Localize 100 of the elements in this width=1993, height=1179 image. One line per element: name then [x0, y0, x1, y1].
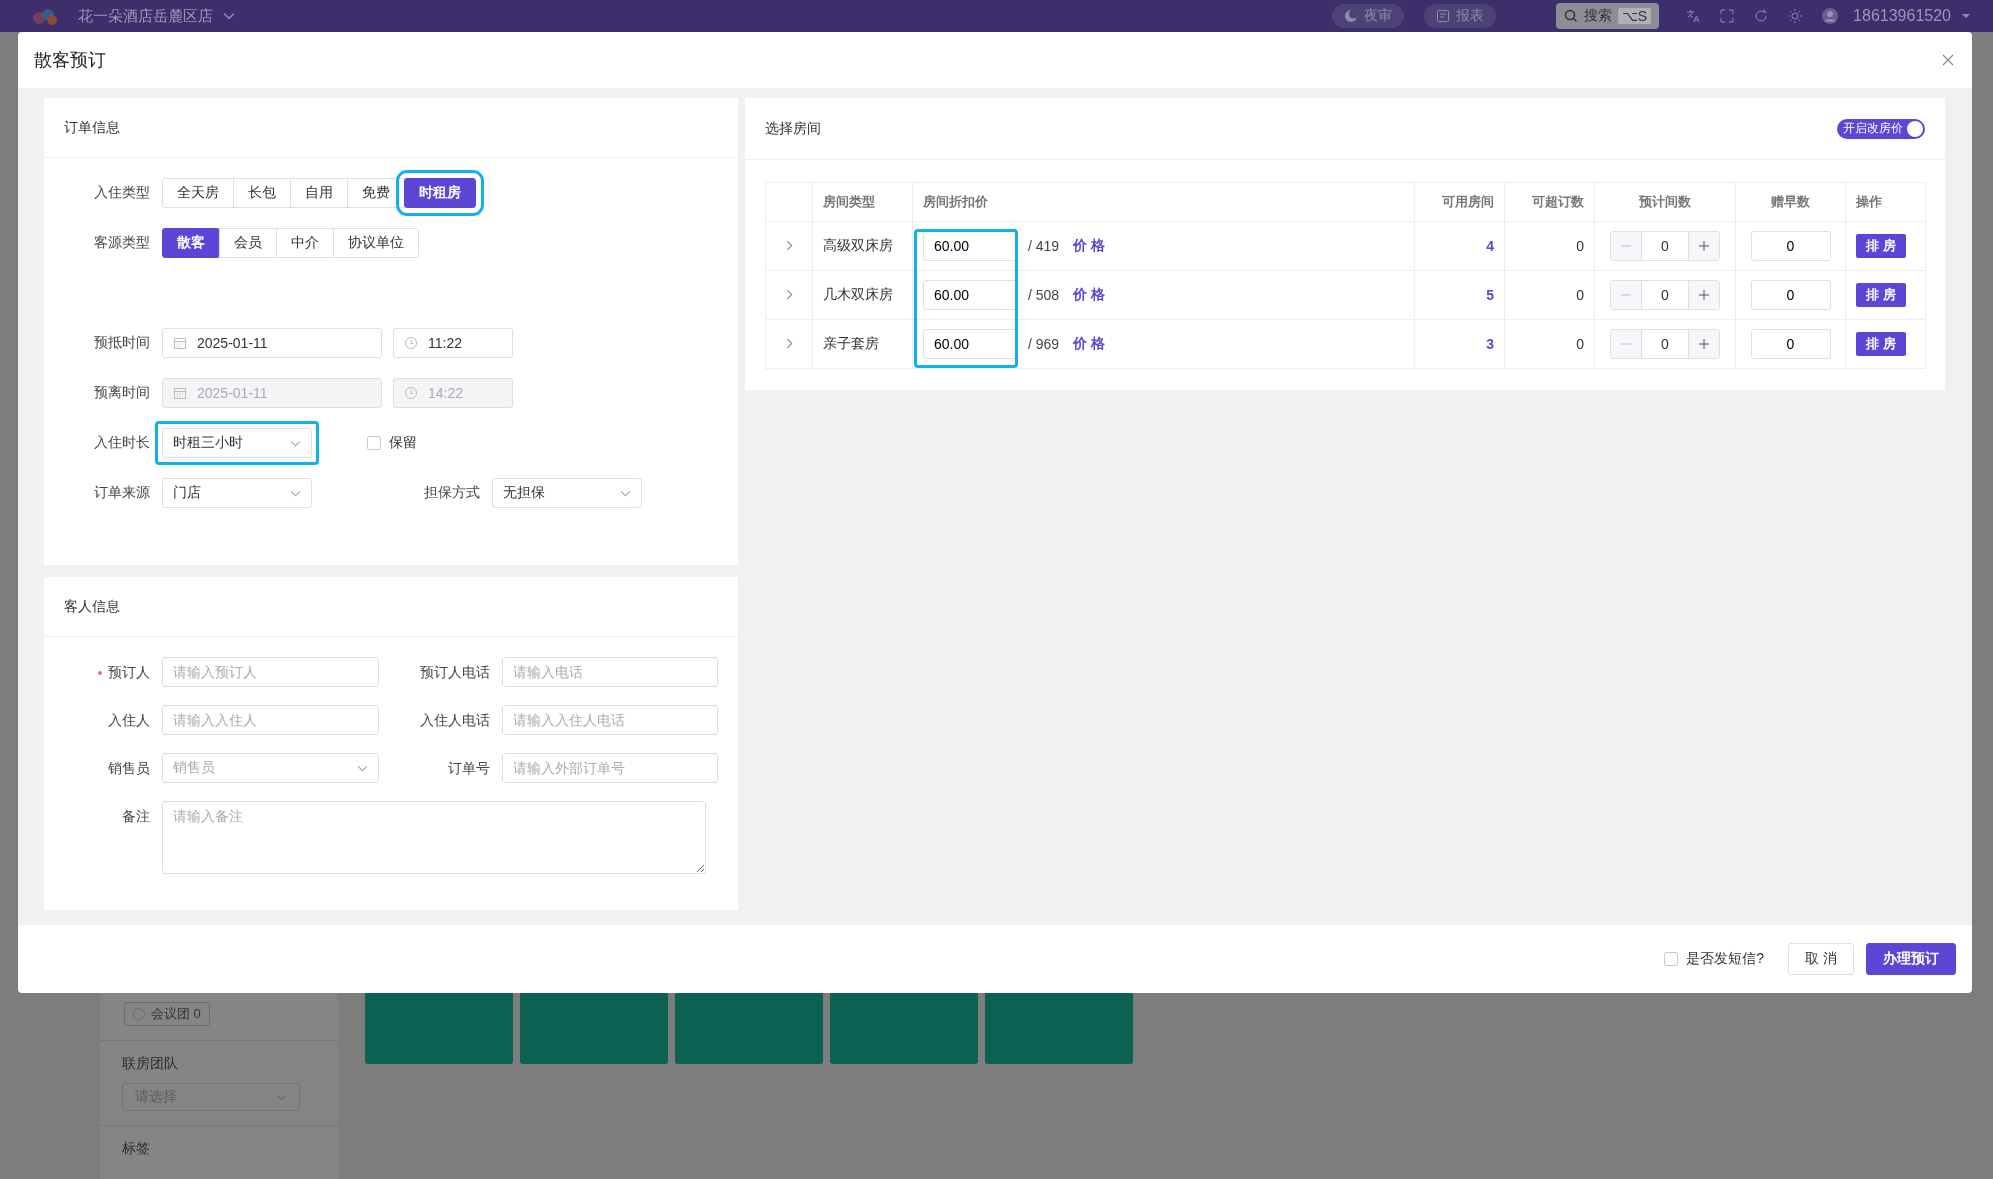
chevron-right-icon[interactable]	[785, 338, 793, 349]
search-button[interactable]: 搜索 ⌥S	[1555, 3, 1660, 29]
field-label: 备注	[121, 807, 151, 826]
chevron-right-icon[interactable]	[785, 289, 793, 300]
room-count-stepper[interactable]: 0	[1610, 280, 1720, 310]
chevron-down-icon	[620, 489, 631, 497]
keep-checkbox[interactable]: 保留	[367, 434, 417, 452]
table-cell: 5	[1414, 270, 1505, 320]
calendar-icon	[173, 336, 187, 350]
chevron-down-icon	[276, 1093, 287, 1101]
clock-icon	[404, 386, 418, 400]
price-link[interactable]: 价 格	[1073, 237, 1106, 255]
hotel-name[interactable]: 花一朵酒店岳麓区店	[78, 6, 213, 26]
column-header: 房间类型	[812, 182, 913, 222]
sms-checkbox[interactable]: 是否发短信?	[1664, 950, 1765, 968]
chevron-down-icon	[357, 764, 368, 772]
segment-option[interactable]: 散客	[162, 228, 220, 258]
close-icon[interactable]	[1942, 54, 1954, 66]
duration-select[interactable]: 时租三小时	[162, 428, 312, 458]
segment-option[interactable]: 自用	[290, 178, 348, 208]
price-field[interactable]: 60.00	[923, 329, 1018, 359]
refresh-icon[interactable]	[1753, 8, 1770, 24]
room-count-stepper[interactable]: 0	[1610, 329, 1720, 359]
text-field[interactable]: 请输入入住人	[162, 705, 379, 735]
text-field[interactable]: 请输入电话	[502, 657, 718, 687]
search-icon	[1563, 9, 1578, 23]
field-label: 预订人电话	[419, 663, 491, 682]
list-price: / 969	[1028, 336, 1060, 352]
assign-room-button[interactable]: 排 房	[1856, 332, 1906, 356]
field-label: 订单来源	[93, 484, 151, 502]
breakfast-field[interactable]: 0	[1750, 329, 1831, 359]
plus-icon[interactable]	[1698, 289, 1710, 301]
filter-chip[interactable]: 会议团 0	[124, 1002, 210, 1026]
column-header: 可用房间	[1414, 182, 1505, 222]
chevron-right-icon[interactable]	[785, 240, 793, 251]
price-link[interactable]: 价 格	[1073, 335, 1106, 353]
group-label: 联房团队	[122, 1055, 179, 1073]
translate-icon[interactable]	[1685, 8, 1702, 24]
segment-option[interactable]: 协议单位	[333, 228, 419, 258]
table-cell: 3	[1414, 319, 1505, 369]
field-label: 订单号	[447, 759, 491, 778]
chevron-down-icon	[290, 489, 301, 497]
text-field[interactable]: 请输入外部订单号	[502, 753, 718, 783]
chevron-down-icon	[223, 12, 235, 20]
field-label: 入住时长	[93, 434, 151, 452]
date-field[interactable]: 2025-01-11	[162, 328, 382, 358]
tags-label: 标签	[122, 1140, 151, 1158]
shortcut-key: ⌥S	[1617, 8, 1652, 24]
field-label: 预订人	[44, 657, 162, 687]
column-header: 可超订数	[1504, 182, 1595, 222]
room-count-stepper[interactable]: 0	[1610, 231, 1720, 261]
dialog-title: 散客预订	[34, 49, 106, 72]
column-header: 房间折扣价	[912, 182, 1415, 222]
price-link[interactable]: 价 格	[1073, 286, 1106, 304]
plus-icon[interactable]	[1698, 240, 1710, 252]
sun-icon[interactable]	[1787, 8, 1804, 24]
assign-room-button[interactable]: 排 房	[1856, 234, 1906, 258]
order-source-select[interactable]: 门店	[162, 478, 312, 508]
field-label: 入住人	[107, 711, 151, 730]
price-field[interactable]: 60.00	[923, 280, 1018, 310]
assign-room-button[interactable]: 排 房	[1856, 283, 1906, 307]
guarantee-select[interactable]: 无担保	[492, 478, 642, 508]
plus-icon[interactable]	[1698, 338, 1710, 350]
segment-option[interactable]: 长包	[233, 178, 291, 208]
list-price: / 508	[1028, 287, 1060, 303]
list-price: / 419	[1028, 238, 1060, 254]
segment-option[interactable]: 免费	[347, 178, 405, 208]
calendar-icon	[173, 386, 187, 400]
table-cell: 几木双床房	[812, 270, 913, 320]
search-label: 搜索	[1583, 7, 1612, 25]
submit-button[interactable]: 办理预订	[1866, 943, 1956, 975]
required-mark-icon	[98, 671, 102, 676]
segment-option[interactable]: 中介	[276, 228, 334, 258]
field-label: 预抵时间	[93, 334, 151, 352]
column-header: 预计间数	[1594, 182, 1736, 222]
time-field[interactable]: 11:22	[393, 328, 513, 358]
text-field[interactable]: 请输入入住人电话	[502, 705, 718, 735]
table-cell: 4	[1414, 221, 1505, 271]
table-cell: 0	[1504, 270, 1595, 320]
clock-icon	[404, 336, 418, 350]
cancel-button[interactable]: 取 消	[1788, 943, 1854, 975]
segment-option[interactable]: 全天房	[162, 178, 234, 208]
column-header: 赠早数	[1735, 182, 1846, 222]
logo-icon	[30, 6, 60, 26]
avatar-icon[interactable]	[1821, 7, 1840, 25]
breakfast-field[interactable]: 0	[1750, 231, 1831, 261]
column-header: 操作	[1845, 182, 1926, 222]
table-cell: 亲子套房	[812, 319, 913, 369]
section-title: 客人信息	[64, 597, 120, 616]
table-cell: 0	[1504, 221, 1595, 271]
segment-option[interactable]: 会员	[219, 228, 277, 258]
report-icon	[1435, 9, 1450, 23]
text-field[interactable]: 请输入预订人	[162, 657, 379, 687]
caret-down-icon	[1961, 13, 1971, 19]
remarks-field[interactable]: 请输入备注	[162, 801, 706, 874]
chevron-down-icon	[290, 439, 301, 447]
fullscreen-icon[interactable]	[1719, 8, 1736, 24]
user-account[interactable]: 18613961520	[1853, 7, 1951, 25]
price-edit-toggle[interactable]: 开启改房价	[1837, 118, 1925, 139]
breakfast-field[interactable]: 0	[1750, 280, 1831, 310]
